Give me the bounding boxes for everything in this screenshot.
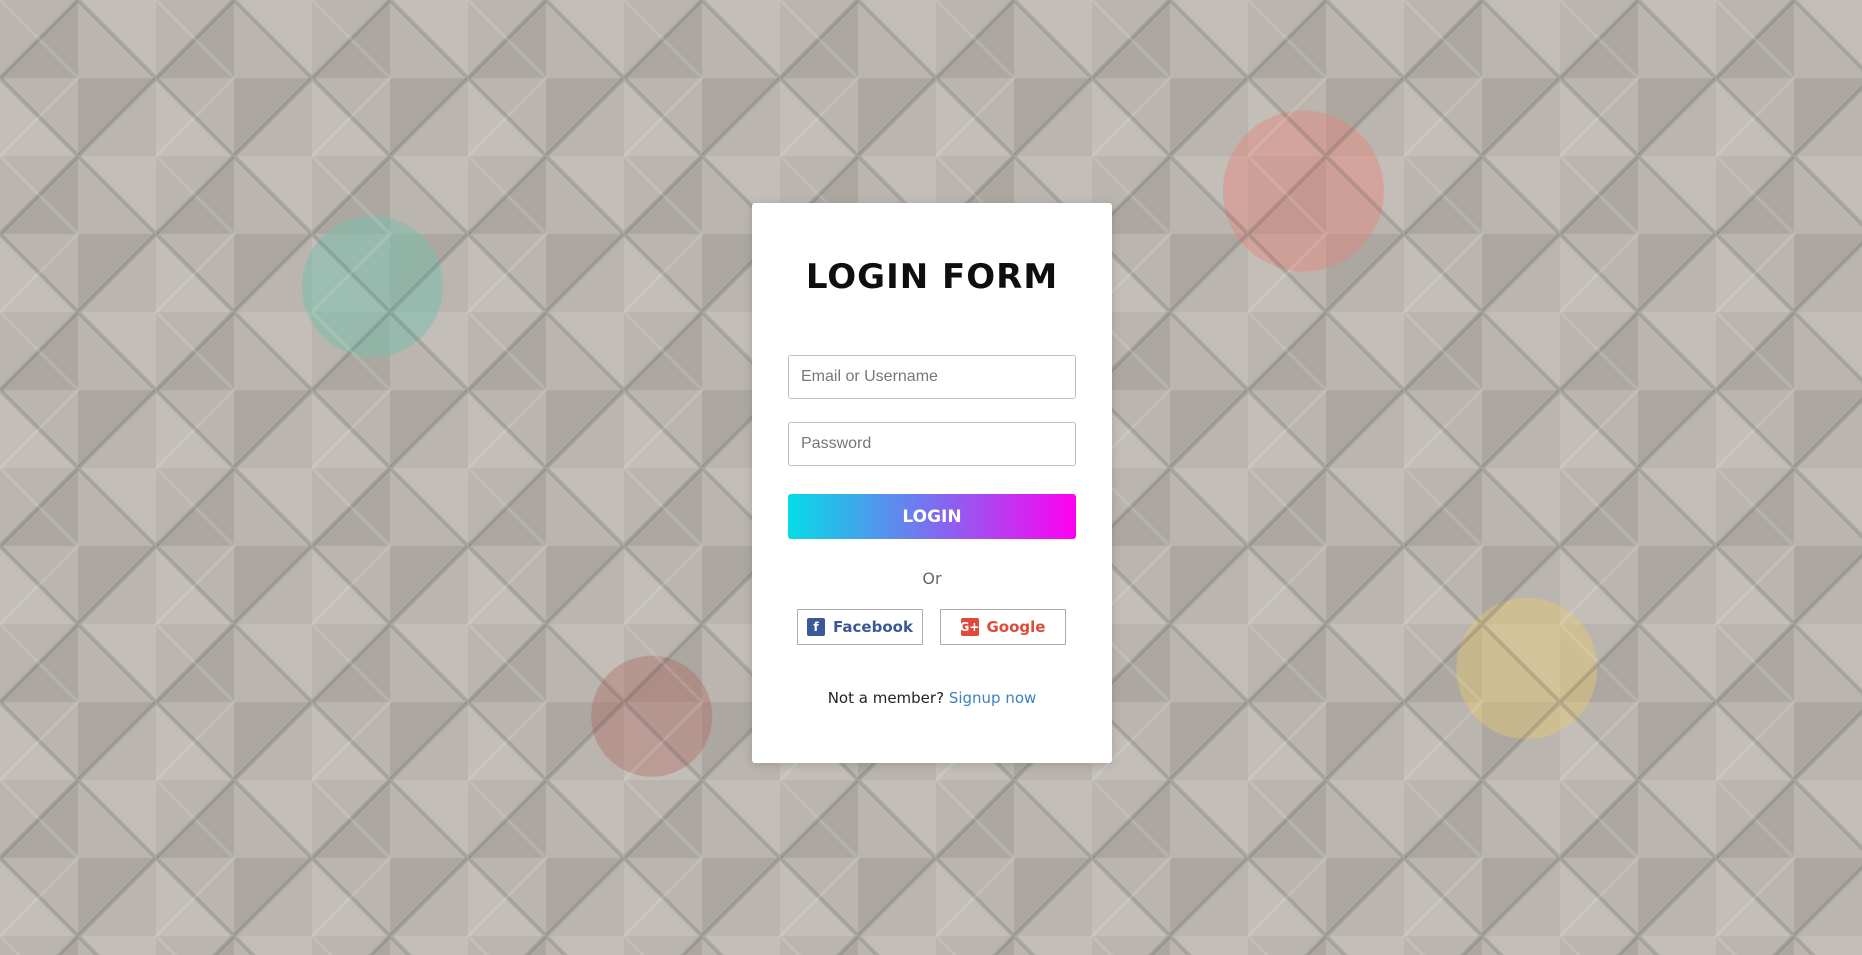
login-card: LOGIN FORM LOGIN Or f Facebook G+ Google…: [752, 203, 1112, 763]
facebook-login-button[interactable]: f Facebook: [797, 609, 923, 645]
google-login-button[interactable]: G+ Google: [940, 609, 1066, 645]
login-button[interactable]: LOGIN: [788, 494, 1076, 539]
or-separator: Or: [922, 569, 942, 588]
password-field[interactable]: [788, 422, 1076, 466]
signup-row: Not a member? Signup now: [752, 689, 1112, 707]
facebook-icon: f: [807, 618, 826, 636]
signup-prompt: Not a member?: [827, 689, 945, 707]
page-title: LOGIN FORM: [805, 257, 1059, 297]
email-field[interactable]: [788, 355, 1076, 399]
google-plus-icon: G+: [959, 618, 980, 636]
google-label: Google: [986, 618, 1046, 636]
facebook-label: Facebook: [833, 618, 913, 636]
signup-link[interactable]: Signup now: [949, 689, 1036, 707]
